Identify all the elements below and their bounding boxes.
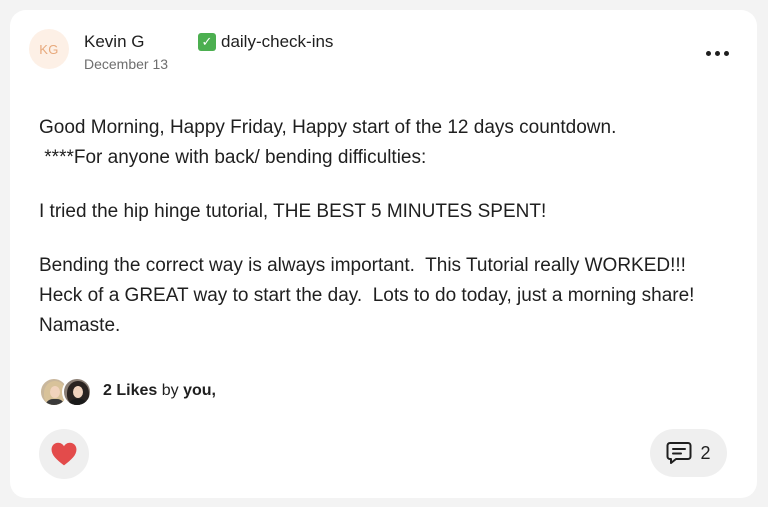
channel-tag[interactable]: ✓ daily-check-ins	[198, 32, 333, 52]
post-body-line-1: Good Morning, Happy Friday, Happy start …	[39, 117, 617, 138]
dot-icon	[714, 50, 720, 56]
more-options-button[interactable]	[700, 42, 734, 64]
channel-name: daily-check-ins	[221, 32, 334, 51]
post-body: Good Morning, Happy Friday, Happy start …	[39, 113, 739, 341]
liker-avatar	[62, 377, 92, 407]
heart-icon	[51, 442, 77, 466]
dot-icon	[705, 50, 711, 56]
post-body-paragraph-3: Bending the correct way is always import…	[39, 255, 700, 336]
post-date: December 13	[84, 56, 169, 72]
comment-button[interactable]: 2	[650, 429, 727, 477]
likes-count: 2 Likes	[103, 382, 158, 399]
author-avatar[interactable]: KG	[29, 29, 69, 69]
check-mark-icon: ✓	[198, 33, 216, 51]
post-body-paragraph-2: I tried the hip hinge tutorial, THE BEST…	[39, 201, 547, 222]
comment-count: 2	[700, 442, 711, 463]
post-body-line-2: ****For anyone with back/ bending diffic…	[39, 147, 427, 168]
liker-avatars[interactable]	[39, 377, 99, 409]
like-button[interactable]	[39, 429, 89, 479]
likes-names: you,	[183, 382, 216, 399]
comment-icon	[666, 442, 692, 464]
author-name[interactable]: Kevin G	[84, 32, 144, 52]
post-card: KG Kevin G December 13 ✓ daily-check-ins…	[10, 10, 757, 498]
likes-summary[interactable]: 2 Likes by you,	[103, 382, 216, 400]
author-initials: KG	[39, 41, 59, 57]
likes-by-label: by	[161, 382, 179, 399]
dot-icon	[723, 50, 729, 56]
